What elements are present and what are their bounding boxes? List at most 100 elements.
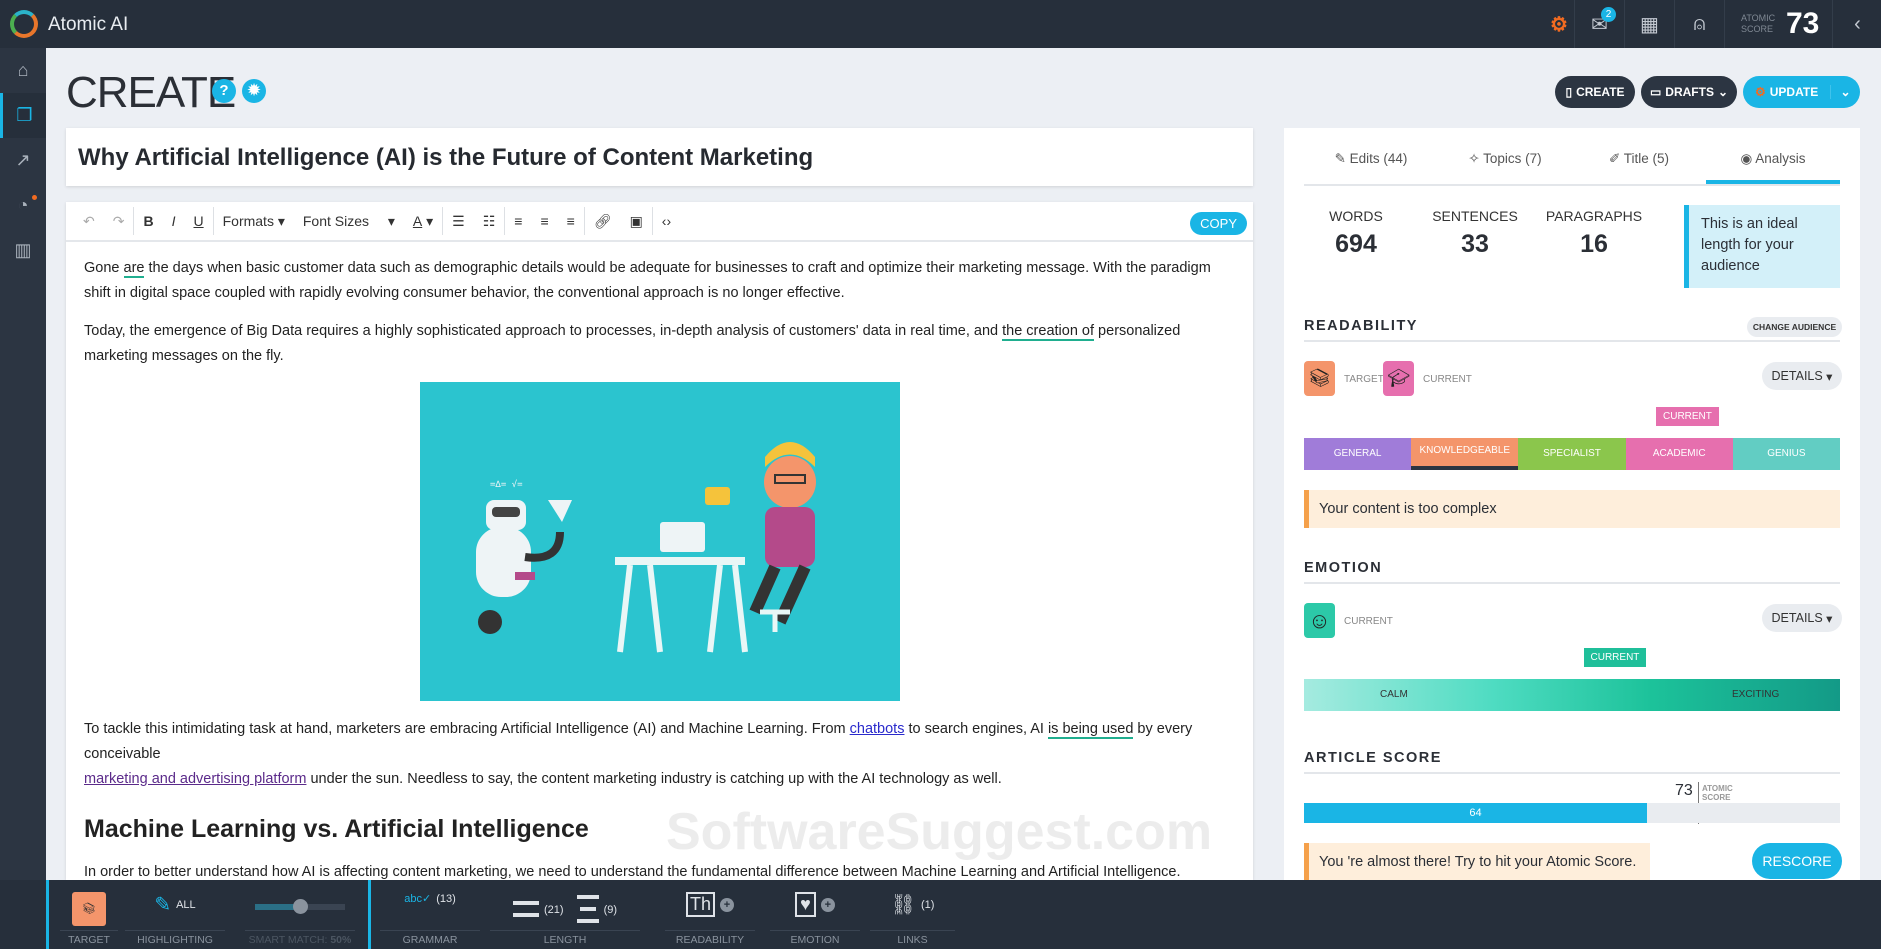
font-sizes-dropdown[interactable]: Font Sizes▾ — [294, 202, 404, 241]
divider — [368, 880, 371, 949]
marketing-platform-link[interactable]: marketing and advertising platform — [84, 771, 306, 787]
emotion-heart-icon: ♥ — [795, 892, 816, 917]
tab-analysis[interactable]: ◉ Analysis — [1706, 128, 1840, 184]
atomic-logo-icon — [10, 10, 38, 38]
source-code-icon[interactable]: ‹› — [653, 202, 680, 241]
level-specialist: SPECIALIST — [1518, 438, 1625, 470]
inbox-icon[interactable]: ✉2 — [1574, 0, 1624, 48]
redo-icon[interactable]: ↷ — [104, 202, 134, 241]
emotion-heading: EMOTION — [1304, 560, 1840, 584]
collapse-chevron-icon[interactable]: ‹ — [1832, 0, 1881, 48]
chevron-down-icon: ⌄ — [1718, 85, 1728, 99]
left-sidebar: ⌂ ❐ ↗ ◔ ▥ — [0, 48, 46, 880]
undo-icon[interactable]: ↶ — [74, 202, 104, 241]
calendar-icon[interactable]: ▦ — [1624, 0, 1674, 48]
panel-tabs: ✎ Edits (44) ✧ Topics (7) ✐ Title (5) ◉ … — [1304, 128, 1840, 186]
calm-label: CALM — [1380, 679, 1408, 711]
sentence-length-icon — [513, 898, 539, 922]
target-control[interactable]: 📚︎TARGET — [60, 880, 118, 949]
link-icon[interactable]: 🔗︎ — [585, 202, 621, 241]
numbered-list-icon[interactable]: ☷ — [474, 202, 505, 241]
emotion-control[interactable]: ♥+EMOTION — [770, 880, 860, 949]
svg-text:=∆= √=: =∆= √= — [490, 479, 523, 490]
paragraph: Today, the emergence of Big Data require… — [84, 319, 1235, 369]
copy-button[interactable]: COPY — [1190, 212, 1247, 235]
add-icon: + — [720, 898, 734, 912]
length-note: This is an ideal length for your audienc… — [1684, 205, 1840, 288]
article-title-input[interactable]: Why Artificial Intelligence (AI) is the … — [66, 128, 1253, 186]
article-illustration: =∆= √= — [420, 382, 900, 701]
share-icon[interactable]: ↗ — [0, 138, 46, 183]
tab-title[interactable]: ✐ Title (5) — [1572, 128, 1706, 184]
sentences-stat: SENTENCES33 — [1410, 208, 1540, 259]
atomic-score-label: ATOMIC SCORE — [1741, 13, 1781, 35]
bold-icon[interactable]: B — [134, 202, 162, 241]
analytics-icon[interactable]: ▥ — [0, 228, 46, 273]
broken-link-icon: ⛓ — [891, 892, 916, 917]
bullet-list-icon[interactable]: ☰ — [443, 202, 474, 241]
align-left-icon[interactable]: ≡ — [505, 202, 531, 241]
emotion-current-tip: CURRENT — [1584, 648, 1647, 667]
suggestion-highlight[interactable]: are — [124, 260, 145, 278]
bottom-toolbar: 📚︎TARGET ✎ALLHIGHLIGHTING SMART MATCH: 5… — [0, 880, 1881, 949]
underline-icon[interactable]: U — [184, 202, 212, 241]
article-score-bar: 64 — [1304, 803, 1840, 823]
length-control[interactable]: (21) (9)LENGTH — [490, 880, 640, 949]
suggestion-highlight[interactable]: the creation of — [1002, 323, 1094, 341]
readability-control[interactable]: Th+READABILITY — [665, 880, 755, 949]
emotion-current-label: CURRENT — [1344, 616, 1393, 627]
readability-details-button[interactable]: DETAILS ▾ — [1762, 362, 1842, 390]
update-button[interactable]: ⚙UPDATE⌄ — [1743, 76, 1860, 108]
readability-alert: Your content is too complex — [1304, 490, 1840, 528]
help-icon[interactable]: ? — [212, 79, 236, 103]
lightbulb-icon[interactable]: ✹ — [242, 79, 266, 103]
align-center-icon[interactable]: ≡ — [531, 202, 557, 241]
rescore-button[interactable]: RESCORE — [1752, 843, 1842, 879]
align-right-icon[interactable]: ≡ — [558, 202, 584, 241]
links-control[interactable]: ⛓(1)LINKS — [870, 880, 955, 949]
update-dropdown-chevron-icon[interactable]: ⌄ — [1830, 85, 1860, 99]
home-icon[interactable]: ⌂ — [0, 48, 46, 93]
editor[interactable]: SoftwareSuggest.com ↶ ↷ B I U Formats ▾ … — [66, 202, 1253, 880]
words-stat: WORDS694 — [1291, 208, 1421, 259]
atomic-target-score: 73 — [1675, 782, 1693, 800]
score-alert: You 're almost there! Try to hit your At… — [1304, 843, 1650, 881]
editor-toolbar: ↶ ↷ B I U Formats ▾ Font Sizes▾ A ▾ ☰ ☷ … — [66, 202, 1253, 242]
current-label: CURRENT — [1423, 374, 1472, 385]
paragraph-length-icon — [577, 892, 599, 928]
user-icon[interactable]: ⍝ — [1674, 0, 1724, 48]
italic-icon[interactable]: I — [163, 202, 185, 241]
editor-content[interactable]: Gone are the days when basic customer da… — [66, 242, 1253, 880]
tab-topics[interactable]: ✧ Topics (7) — [1438, 128, 1572, 184]
pin-icon: ✧ — [1468, 151, 1483, 166]
level-academic: ACADEMIC — [1626, 438, 1733, 470]
article-score-fill: 64 — [1304, 803, 1647, 823]
atomic-score-value: 73 — [1786, 7, 1819, 41]
add-icon: + — [821, 898, 835, 912]
eye-icon: ◉ — [1740, 151, 1755, 166]
level-knowledgeable: KNOWLEDGEABLE — [1411, 438, 1518, 470]
image-icon[interactable]: ▣ — [621, 202, 652, 241]
suggestion-highlight[interactable]: is being used — [1048, 721, 1133, 739]
formats-dropdown[interactable]: Formats ▾ — [214, 202, 294, 241]
pencil-icon: ✐ — [1609, 151, 1624, 166]
chatbots-link[interactable]: chatbots — [850, 721, 905, 737]
font-color-dropdown[interactable]: A ▾ — [404, 202, 442, 241]
create-button[interactable]: ▯CREATE — [1555, 76, 1635, 108]
target-label: TARGET — [1344, 374, 1384, 385]
graduation-cap-icon: 🎓︎ — [1383, 361, 1414, 396]
create-icon[interactable]: ❐ — [0, 93, 46, 138]
page-title: CREATE — [66, 68, 235, 118]
section-heading: Machine Learning vs. Artificial Intellig… — [84, 814, 1235, 844]
change-audience-button[interactable]: CHANGE AUDIENCE — [1747, 317, 1842, 337]
emotion-details-button[interactable]: DETAILS ▾ — [1762, 604, 1842, 632]
grammar-control[interactable]: abc✓(13)GRAMMAR — [380, 880, 480, 949]
emotion-scale: CALM EXCITING — [1304, 679, 1840, 711]
highlighting-control[interactable]: ✎ALLHIGHLIGHTING — [125, 880, 225, 949]
smart-match-slider[interactable]: SMART MATCH: 50% — [245, 880, 355, 949]
spellcheck-icon: abc✓ — [404, 892, 431, 905]
history-icon[interactable]: ◔ — [0, 183, 46, 228]
drafts-button[interactable]: ▭DRAFTS⌄ — [1641, 76, 1737, 108]
paragraph: In order to better understand how AI is … — [84, 860, 1235, 880]
tab-edits[interactable]: ✎ Edits (44) — [1304, 128, 1438, 184]
